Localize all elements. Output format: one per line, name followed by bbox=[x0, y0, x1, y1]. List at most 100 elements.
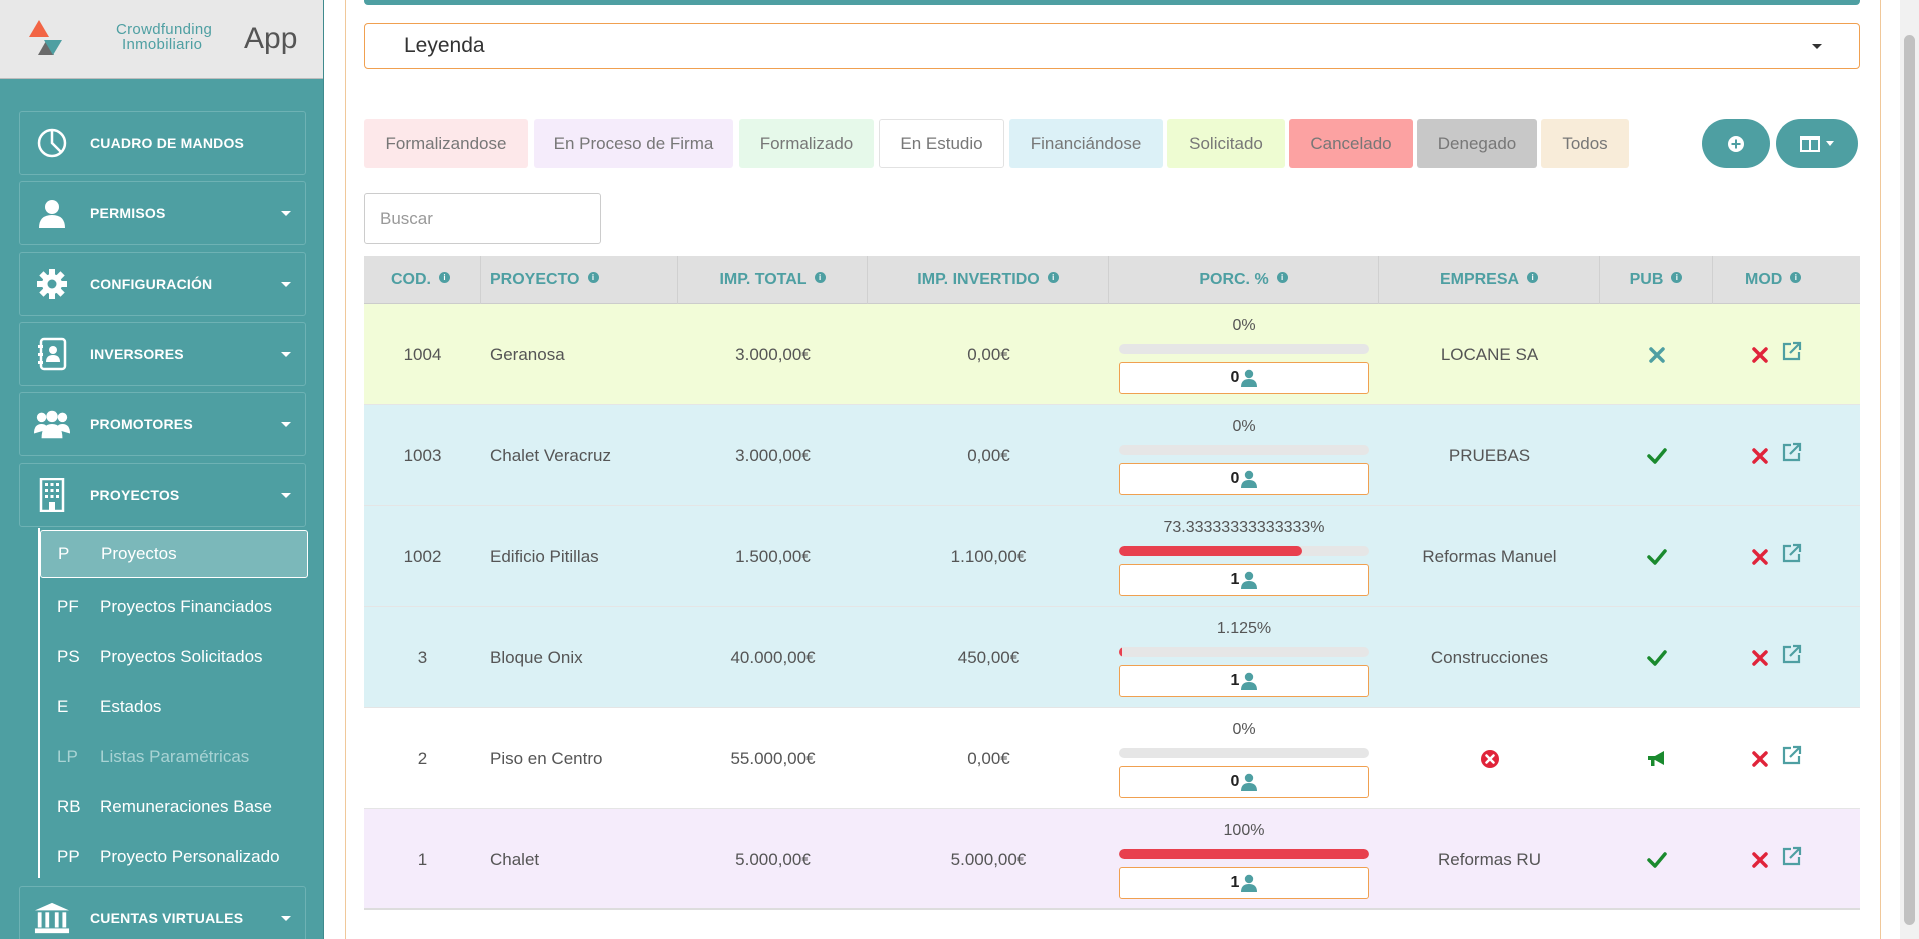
person-icon bbox=[1239, 470, 1258, 488]
external-link-icon[interactable] bbox=[1780, 442, 1802, 464]
investors-count-box[interactable]: 0 bbox=[1119, 362, 1369, 394]
cell-empresa-text: Reformas RU bbox=[1438, 849, 1541, 869]
investors-count-box[interactable]: 1 bbox=[1119, 665, 1369, 697]
delete-icon[interactable] bbox=[1751, 649, 1768, 666]
delete-icon[interactable] bbox=[1751, 750, 1768, 767]
info-icon[interactable]: i bbox=[439, 271, 450, 283]
cell-pub[interactable] bbox=[1600, 809, 1713, 910]
sidebar-item-configuracion[interactable]: CONFIGURACIÓN bbox=[19, 252, 306, 316]
column-header-cod[interactable]: COD. i bbox=[364, 256, 481, 304]
error-circle-icon bbox=[1480, 749, 1500, 769]
investors-count: 1 bbox=[1230, 874, 1240, 891]
filter-denegado[interactable]: Denegado bbox=[1417, 119, 1537, 168]
table-row[interactable]: 2 Piso en Centro 55.000,00€ 0,00€ 0% 0 bbox=[364, 708, 1860, 809]
table-row[interactable]: 1 Chalet 5.000,00€ 5.000,00€ 100% 1 Reformas R… bbox=[364, 809, 1860, 910]
percentage-label: 1.125% bbox=[1216, 620, 1272, 637]
investors-count: 0 bbox=[1230, 773, 1240, 790]
submenu-item-remuneraciones-base[interactable]: RB Remuneraciones Base bbox=[40, 783, 308, 831]
info-icon[interactable]: i bbox=[1527, 271, 1539, 283]
info-icon[interactable]: i bbox=[1276, 271, 1288, 283]
column-header-proyecto[interactable]: PROYECTO i bbox=[481, 256, 678, 304]
sidebar-item-cuadro-de-mandos[interactable]: CUADRO DE MANDOS bbox=[19, 111, 306, 175]
table-row[interactable]: 1003 Chalet Veracruz 3.000,00€ 0,00€ 0% 0 PRUE… bbox=[364, 405, 1860, 506]
submenu-item-proyectos[interactable]: P Proyectos bbox=[40, 530, 308, 578]
app-logo[interactable]: Crowdfunding Inmobiliario App bbox=[0, 0, 323, 79]
info-icon[interactable]: i bbox=[587, 271, 599, 283]
filter-solicitado[interactable]: Solicitado bbox=[1167, 119, 1285, 168]
table-row[interactable]: 1004 Geranosa 3.000,00€ 0,00€ 0% 0 LOCANE SA bbox=[364, 304, 1860, 405]
cell-pub[interactable] bbox=[1600, 506, 1713, 607]
add-project-button[interactable] bbox=[1702, 119, 1770, 168]
filter-formalizandose[interactable]: Formalizandose bbox=[364, 119, 528, 168]
filter-en-proceso-de-firma[interactable]: En Proceso de Firma bbox=[534, 119, 733, 168]
megaphone-icon[interactable] bbox=[1646, 750, 1668, 768]
table-row[interactable]: 1002 Edificio Pitillas 1.500,00€ 1.100,00€ 7… bbox=[364, 506, 1860, 607]
table-row[interactable]: 3 Bloque Onix 40.000,00€ 450,00€ 1.125% 1 Cons… bbox=[364, 607, 1860, 708]
vertical-scrollbar[interactable] bbox=[1900, 0, 1919, 939]
column-header-porc[interactable]: PORC. % i bbox=[1109, 256, 1379, 304]
check-icon[interactable] bbox=[1646, 447, 1667, 464]
column-header-pub[interactable]: PUB i bbox=[1600, 256, 1713, 304]
info-icon[interactable]: i bbox=[1671, 271, 1683, 283]
external-link-icon[interactable] bbox=[1780, 644, 1802, 666]
cell-pub[interactable] bbox=[1600, 708, 1713, 809]
submenu-item-proyectos-financiados[interactable]: PF Proyectos Financiados bbox=[40, 583, 308, 631]
filter-todos[interactable]: Todos bbox=[1541, 119, 1629, 168]
submenu-item-proyectos-solicitados[interactable]: PS Proyectos Solicitados bbox=[40, 633, 308, 681]
submenu-item-estados[interactable]: E Estados bbox=[40, 683, 308, 731]
column-header-mod[interactable]: MOD i bbox=[1713, 256, 1860, 304]
sidebar-item-promotores[interactable]: PROMOTORES bbox=[19, 392, 306, 456]
check-icon[interactable] bbox=[1646, 649, 1667, 666]
info-icon[interactable]: i bbox=[814, 271, 826, 283]
filter-financiandose[interactable]: Financiándose bbox=[1009, 119, 1163, 168]
delete-icon[interactable] bbox=[1751, 447, 1768, 464]
person-icon bbox=[1239, 571, 1258, 589]
sidebar-item-inversores[interactable]: INVERSORES bbox=[19, 322, 306, 386]
submenu-item-listas-parametricas[interactable]: LP Listas Paramétricas bbox=[40, 733, 308, 781]
cell-mod bbox=[1713, 809, 1860, 910]
column-header-imp-invertido[interactable]: IMP. INVERTIDO i bbox=[868, 256, 1109, 304]
submenu-item-proyecto-personalizado[interactable]: PP Proyecto Personalizado bbox=[40, 833, 308, 881]
scrollbar-thumb[interactable] bbox=[1904, 35, 1915, 925]
times-icon[interactable] bbox=[1648, 346, 1665, 363]
sidebar-item-label: PROYECTOS bbox=[90, 487, 180, 503]
investors-count-box[interactable]: 1 bbox=[1119, 867, 1369, 899]
chevron-down-icon bbox=[281, 282, 291, 287]
external-link-icon[interactable] bbox=[1780, 846, 1802, 868]
cell-imp-invertido-text: 1.100,00€ bbox=[950, 546, 1027, 566]
logo-text-app: App bbox=[244, 22, 298, 55]
cell-pub[interactable] bbox=[1600, 405, 1713, 506]
check-icon[interactable] bbox=[1646, 851, 1667, 868]
info-icon[interactable]: i bbox=[1047, 271, 1059, 283]
filter-formalizado[interactable]: Formalizado bbox=[739, 119, 874, 168]
external-link-icon[interactable] bbox=[1780, 745, 1802, 767]
info-icon[interactable]: i bbox=[1790, 271, 1802, 283]
search-input[interactable] bbox=[364, 193, 601, 244]
delete-icon[interactable] bbox=[1751, 851, 1768, 868]
column-header-imp-total[interactable]: IMP. TOTAL i bbox=[678, 256, 868, 304]
column-header-empresa[interactable]: EMPRESA i bbox=[1379, 256, 1600, 304]
sidebar-item-proyectos[interactable]: PROYECTOS bbox=[19, 463, 306, 527]
filter-en-estudio[interactable]: En Estudio bbox=[879, 119, 1004, 168]
cell-pub[interactable] bbox=[1600, 607, 1713, 708]
investors-count-box[interactable]: 0 bbox=[1119, 463, 1369, 495]
legend-dropdown[interactable]: Leyenda bbox=[364, 23, 1860, 69]
check-icon[interactable] bbox=[1646, 548, 1667, 565]
cell-proyecto-text: Chalet bbox=[490, 849, 540, 869]
cell-imp-total: 3.000,00€ bbox=[678, 405, 868, 506]
investors-count-box[interactable]: 1 bbox=[1119, 564, 1369, 596]
sidebar-item-permisos[interactable]: PERMISOS bbox=[19, 181, 306, 245]
columns-toggle-button[interactable] bbox=[1776, 119, 1858, 168]
cell-pub[interactable] bbox=[1600, 304, 1713, 405]
delete-icon[interactable] bbox=[1751, 548, 1768, 565]
header-label: MOD bbox=[1745, 271, 1783, 288]
investors-count-box[interactable]: 0 bbox=[1119, 766, 1369, 798]
chevron-down-icon bbox=[1826, 141, 1834, 146]
filter-cancelado[interactable]: Cancelado bbox=[1289, 119, 1413, 168]
delete-icon[interactable] bbox=[1751, 346, 1768, 363]
cell-proyecto-text: Edificio Pitillas bbox=[490, 546, 599, 566]
external-link-icon[interactable] bbox=[1780, 341, 1802, 363]
external-link-icon[interactable] bbox=[1780, 543, 1802, 565]
sidebar-item-cuentas-virtuales[interactable]: CUENTAS VIRTUALES bbox=[19, 886, 306, 939]
cell-cod: 1003 bbox=[364, 405, 481, 506]
